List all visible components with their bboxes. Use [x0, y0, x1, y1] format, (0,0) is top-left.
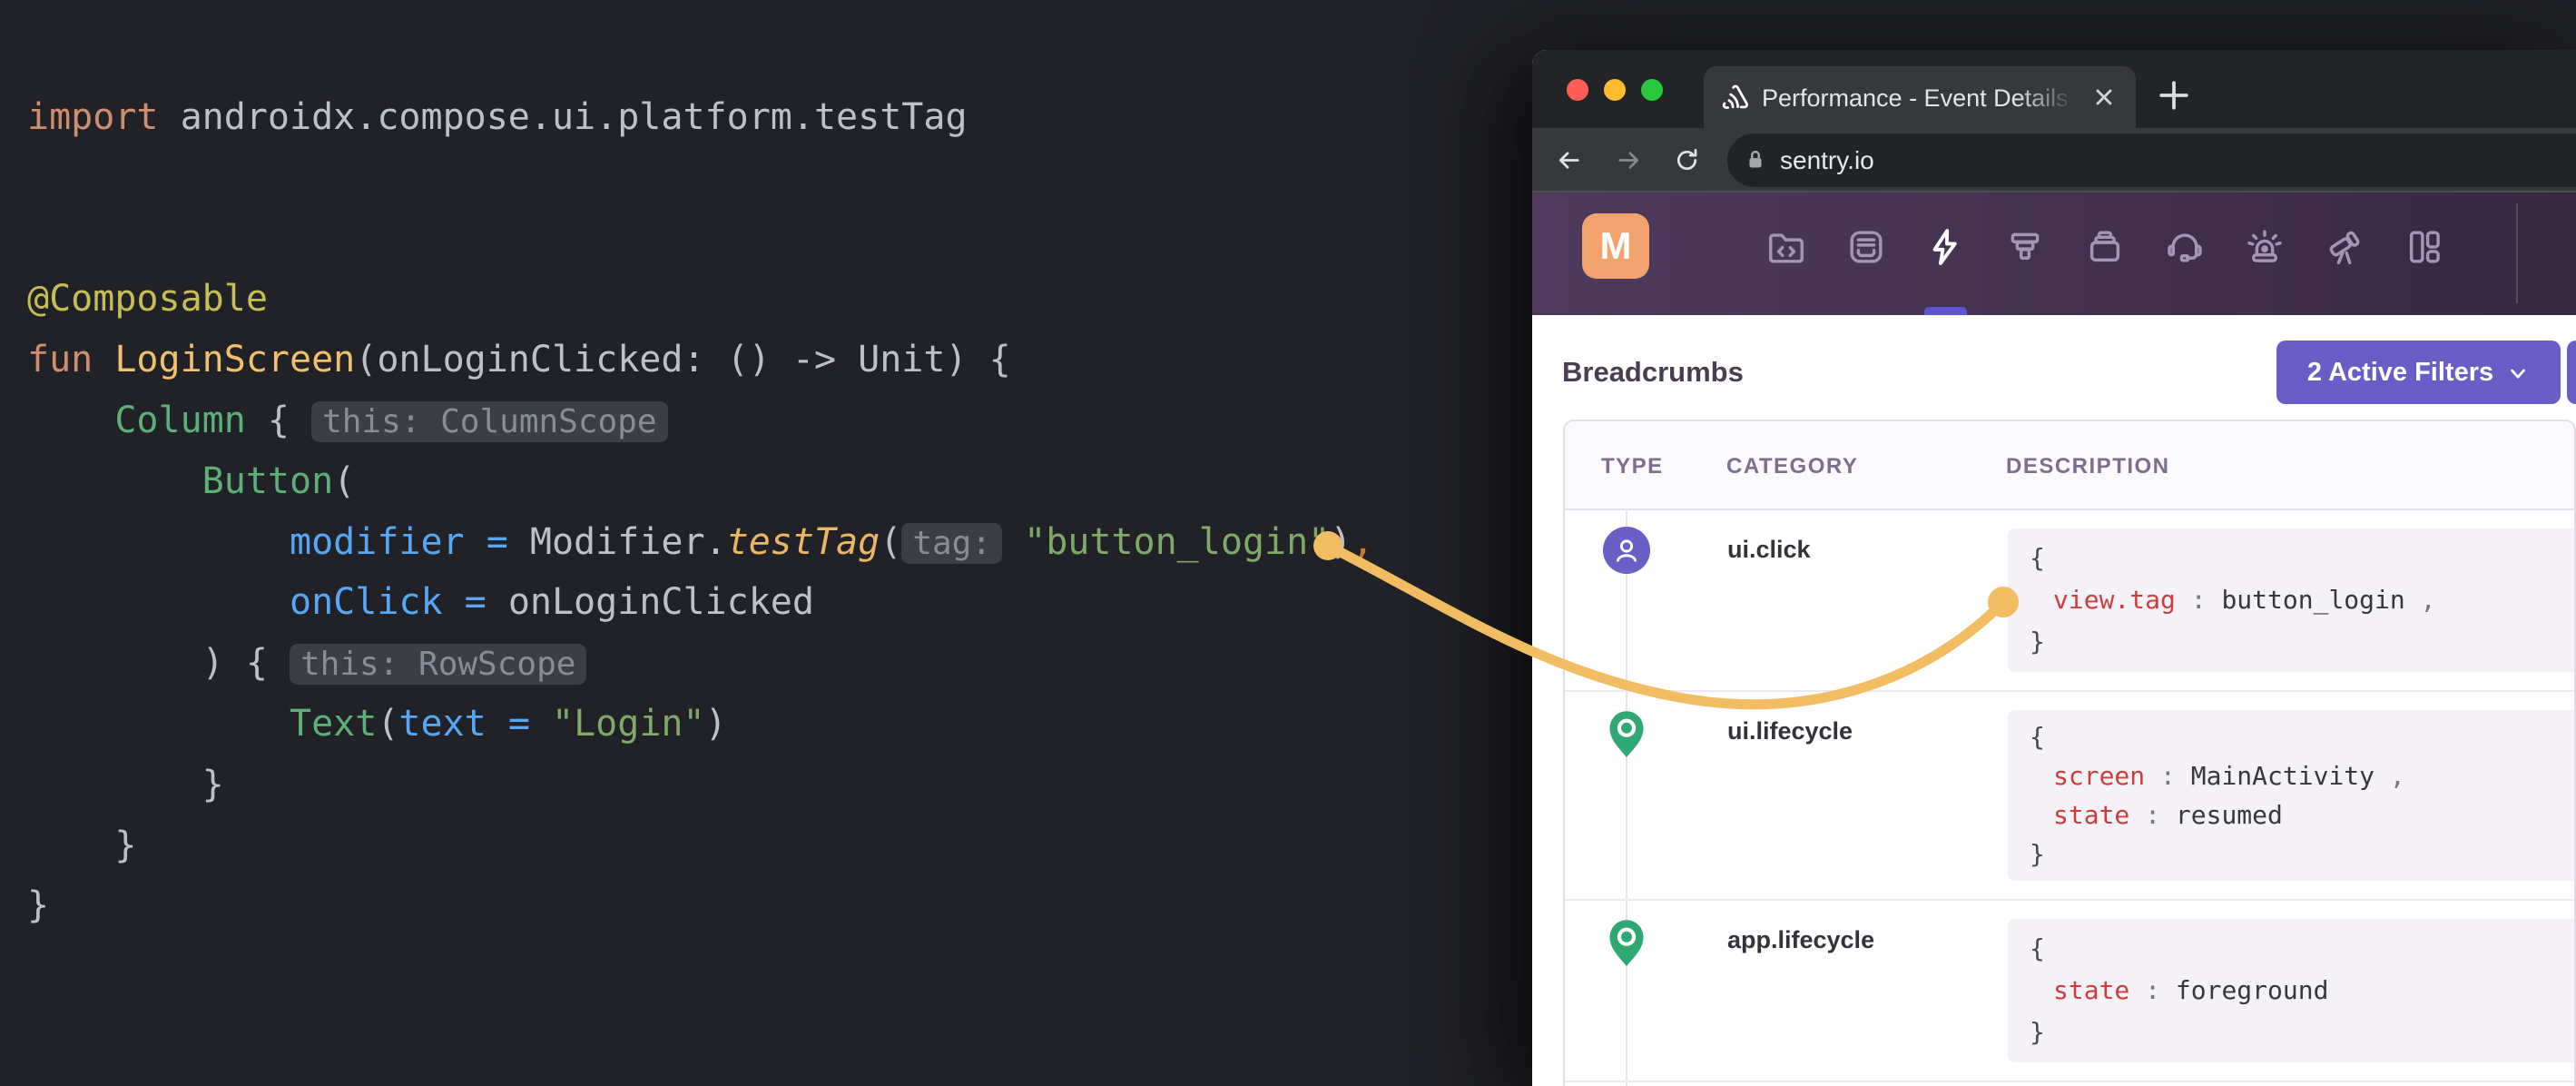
browser-window: Performance - Event Details - sentry.io … [1532, 50, 2576, 1086]
edge-button-sliver[interactable] [2567, 341, 2576, 404]
window-minimize-button[interactable] [1604, 79, 1626, 101]
url-text: sentry.io [1780, 146, 1874, 175]
code-line: modifier = Modifier.testTag(tag: "button… [27, 512, 1373, 573]
issues-icon[interactable] [1845, 226, 1887, 268]
breadcrumb-description: {state : foreground} [2008, 919, 2574, 1062]
active-filters-button[interactable]: 2 Active Filters [2276, 341, 2561, 404]
new-tab-icon[interactable] [2154, 75, 2194, 115]
column-description: DESCRIPTION [2006, 454, 2170, 479]
sentry-logo-icon [1720, 82, 1751, 113]
breadcrumb-category: app.lifecycle [1727, 926, 1874, 954]
page-title: Breadcrumbs [1562, 356, 1744, 389]
column-type: TYPE [1601, 454, 1664, 479]
code-line: Text(text = "Login") [27, 694, 1373, 755]
code-line: } [27, 875, 1373, 936]
location-pin-icon [1603, 708, 1650, 755]
code-line: } [27, 815, 1373, 876]
tab-title: Performance - Event Details - [1762, 84, 2081, 112]
nav-divider [2516, 203, 2518, 303]
tab-strip: Performance - Event Details - [1532, 50, 2576, 128]
alerts-icon[interactable] [2244, 226, 2286, 268]
url-bar[interactable]: sentry.io [1727, 133, 2576, 187]
forward-icon[interactable] [1615, 146, 1643, 174]
funnel-icon[interactable] [2004, 226, 2046, 268]
breadcrumb-row: app.lifecycle {state : foreground} [1565, 901, 2574, 1082]
releases-icon[interactable] [2084, 226, 2126, 268]
code-line: import androidx.compose.ui.platform.test… [27, 87, 1373, 148]
projects-icon[interactable] [1765, 226, 1807, 268]
user-icon [1603, 527, 1650, 574]
column-category: CATEGORY [1726, 454, 1858, 479]
code-line [27, 148, 1373, 209]
sentry-nav-bar: M [1532, 193, 2576, 315]
browser-tab[interactable]: Performance - Event Details - [1704, 66, 2136, 128]
active-filters-label: 2 Active Filters [2307, 358, 2493, 388]
breadcrumbs-table: TYPE CATEGORY DESCRIPTION ui.click {view.… [1563, 420, 2576, 1086]
breadcrumb-row: ui.click {view.tag : button_login ,} [1565, 510, 2574, 692]
browser-toolbar: sentry.io [1532, 128, 2576, 193]
table-header: TYPE CATEGORY DESCRIPTION [1565, 421, 2574, 510]
code-line: ) { this: RowScope [27, 633, 1373, 694]
page-content: Breadcrumbs 2 Active Filters TYPE CATEGO… [1532, 315, 2576, 1086]
discover-icon[interactable] [2324, 226, 2365, 268]
breadcrumb-category: ui.lifecycle [1727, 717, 1853, 745]
active-tab-underline [1924, 307, 1967, 315]
code-line: Button( [27, 451, 1373, 512]
location-pin-icon [1603, 917, 1650, 964]
headset-icon[interactable] [2164, 226, 2206, 268]
tab-close-icon[interactable] [2089, 83, 2119, 112]
code-line: fun LoginScreen(onLoginClicked: () -> Un… [27, 330, 1373, 390]
back-icon[interactable] [1555, 146, 1583, 174]
chevron-down-icon [2506, 362, 2530, 386]
table-body: ui.click {view.tag : button_login ,} ui.li… [1565, 510, 2574, 1086]
window-close-button[interactable] [1567, 79, 1588, 101]
breadcrumb-description: {screen : MainActivity ,state : resumed} [2008, 710, 2574, 881]
code-line: Column { this: ColumnScope [27, 390, 1373, 451]
breadcrumb-description: {view.tag : button_login ,} [2008, 528, 2574, 672]
code-line: } [27, 755, 1373, 815]
breadcrumb-category: ui.click [1727, 536, 1811, 564]
lock-icon [1742, 146, 1769, 173]
breadcrumb-row: ui.lifecycle {screen : MainActivity ,stat… [1565, 692, 2574, 901]
window-zoom-button[interactable] [1641, 79, 1663, 101]
reload-icon[interactable] [1673, 146, 1701, 174]
org-avatar[interactable]: M [1582, 213, 1649, 279]
code-line: @Composable [27, 269, 1373, 330]
code-line: onClick = onLoginClicked [27, 572, 1373, 633]
code-editor[interactable]: import androidx.compose.ui.platform.test… [27, 87, 1373, 936]
code-line [27, 209, 1373, 270]
performance-icon[interactable] [1924, 226, 1966, 268]
dashboards-icon[interactable] [2404, 226, 2445, 268]
